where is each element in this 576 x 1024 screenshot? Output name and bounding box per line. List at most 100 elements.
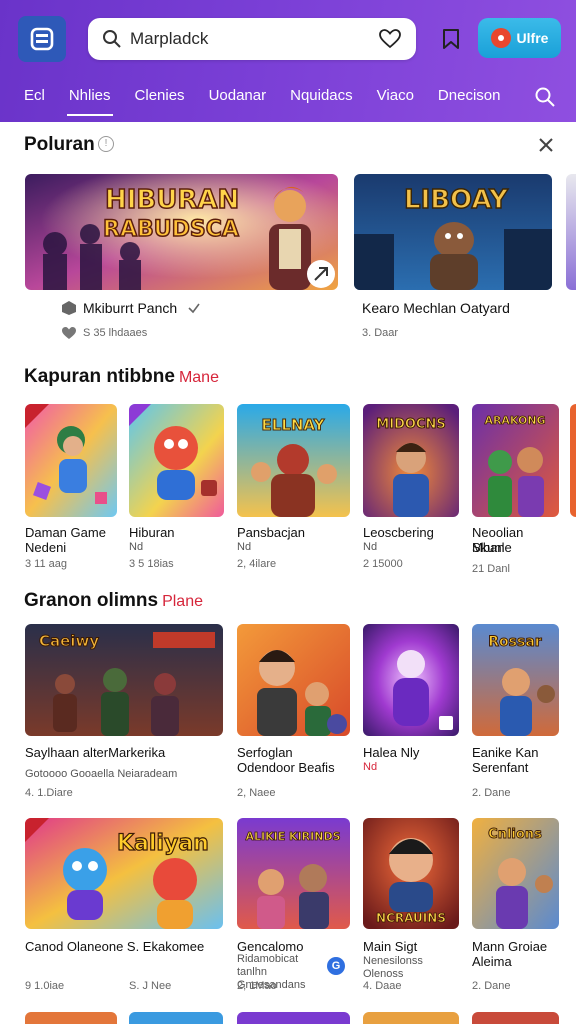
card-title: Mkiburrt Panch (83, 300, 178, 316)
thumb-overlay: ELLNAY (262, 416, 326, 434)
game-card[interactable]: Kaliyan Canod Olaneone S. Ekakomee 9 1.0… (25, 818, 223, 998)
peek-card[interactable] (363, 1012, 459, 1024)
card-meta: 2. Dane (472, 980, 511, 992)
game-card[interactable]: Cnlions Mann Groiae Aleima 2. Dane (472, 818, 559, 998)
card-subtitle: Nenesilonss Olenoss (363, 955, 423, 980)
bookmark-icon (443, 29, 459, 49)
card-title: Serfoglan (237, 745, 293, 760)
game-card[interactable]: ALIKIE KIRINDS Gencalomo Ridamobicat tan… (237, 818, 350, 998)
tab-clenies[interactable]: Clenies (123, 76, 197, 118)
game-card[interactable]: Hiburan Nd 3 5 18ias (129, 404, 224, 574)
game-card[interactable]: Rossar Eanike Kan Serenfant 2. Dane (472, 624, 559, 804)
card-title: Pansbacjan (237, 525, 305, 540)
featured-overlay: LIBOAY (404, 185, 509, 215)
card-subtitle: Nd (237, 541, 252, 553)
featured-card[interactable]: LIBOAY Kearo Mechlan Oatyard 3. Daar (354, 174, 552, 349)
category-nav: Ecl Nhlies Clenies Uodanar Nquidacs Viac… (0, 76, 576, 118)
peek-card[interactable] (129, 1012, 223, 1024)
card-meta: 2, Naee (237, 787, 276, 799)
card-meta: S 35 lhdaaes (83, 327, 148, 339)
card-meta-secondary: S. J Nee (129, 980, 172, 992)
tab-viaco[interactable]: Viaco (365, 76, 426, 118)
game-card[interactable]: Caeiwy Saylhaan alterMarkerika Gotoooo G… (25, 624, 223, 804)
promo-button[interactable]: Ulfre (478, 18, 561, 58)
game-card[interactable]: Serfoglan Odendoor Beafis 2, Naee (237, 624, 350, 804)
section-title-text: Granon olimns (24, 590, 159, 611)
game-thumbnail (25, 404, 117, 517)
card-title: Canod Olaneone S. Ekakomee (25, 939, 205, 954)
tab-ecl[interactable]: Ecl (0, 76, 57, 118)
game-card[interactable]: ARAKONG Neoolian Mban Skunle 21 Danl (472, 404, 559, 579)
card-title: Daman Game (25, 525, 106, 540)
card-title: Kearo Mechlan Oatyard (362, 300, 510, 316)
bookmark-button[interactable] (434, 22, 468, 56)
heart-small-icon (62, 327, 76, 339)
game-card[interactable]: Daman Game Nedeni 3 11 aag (25, 404, 117, 574)
nav-search-icon[interactable] (534, 86, 556, 108)
featured-thumbnail: HIBURAN RABUDSCA (25, 174, 338, 290)
card-meta: 2, 4ilare (237, 558, 277, 570)
featured-card[interactable]: HIBURAN RABUDSCA Mkiburrt Panch S 35 lhd… (25, 174, 338, 349)
card-meta: 21 Danl (472, 563, 510, 575)
section-title-featured: Poluran (24, 134, 95, 156)
close-icon[interactable] (536, 135, 556, 155)
tab-nquidacs[interactable]: Nquidacs (278, 76, 365, 118)
peek-card[interactable] (472, 1012, 559, 1024)
card-subtitle: Nd (363, 541, 378, 553)
verified-icon (188, 303, 200, 314)
game-thumbnail: Cnlions (472, 818, 559, 929)
game-thumbnail (129, 404, 224, 517)
card-meta: 3. Daar (362, 327, 399, 339)
row-peek-card[interactable] (570, 404, 576, 517)
search-icon (103, 30, 121, 48)
promo-label: Ulfre (516, 30, 549, 46)
thumb-overlay: ALIKIE KIRINDS (245, 830, 340, 843)
featured-card-peek[interactable] (566, 174, 576, 290)
search-input[interactable]: Marpladck (88, 18, 416, 60)
app-header: Marpladck Ulfre Ecl Nhlies Clenies Uodan… (0, 0, 576, 122)
card-meta: 2 15000 (363, 558, 403, 570)
info-icon[interactable]: ! (98, 136, 114, 152)
card-subtitle: Nd (363, 761, 378, 773)
game-thumbnail (237, 624, 350, 736)
game-card[interactable]: Halea Nly Nd (363, 624, 459, 804)
game-thumbnail: Rossar (472, 624, 559, 736)
game-card[interactable]: NCRAUINS Main Sigt Nenesilonss Olenoss 4… (363, 818, 459, 998)
store-logo-icon (30, 27, 54, 51)
card-meta: 4. Daae (363, 980, 402, 992)
featured-overlay-line2: RABUDSCA (103, 217, 239, 242)
thumb-overlay: MIDOCNS (376, 417, 445, 432)
card-meta: 3 5 18ias (129, 558, 174, 570)
thumb-overlay: ARAKONG (484, 414, 545, 427)
promo-badge-icon (490, 28, 511, 48)
game-card[interactable]: MIDOCNS Leoscbering Nd 2 15000 (363, 404, 459, 574)
tab-dnecison[interactable]: Dnecison (426, 76, 513, 118)
card-title: Gencalomo (237, 939, 304, 954)
card-title: Main Sigt (363, 939, 418, 954)
section-title-granon: Granon olimns Plane (24, 590, 203, 612)
app-logo[interactable] (18, 16, 66, 62)
heart-icon[interactable] (378, 27, 402, 51)
tab-uodanar[interactable]: Uodanar (197, 76, 279, 118)
game-thumbnail (363, 624, 459, 736)
thumb-overlay: Kaliyan (117, 831, 209, 856)
thumb-overlay: Caeiwy (39, 632, 99, 650)
peek-card[interactable] (25, 1012, 117, 1024)
game-thumbnail: ARAKONG (472, 404, 559, 517)
game-thumbnail: ALIKIE KIRINDS (237, 818, 350, 929)
card-meta: 2. Dane (472, 787, 511, 799)
header-top-bar: Marpladck Ulfre (0, 0, 576, 76)
app-icon (62, 301, 76, 315)
section-title-text: Kapuran ntibbne (24, 366, 175, 387)
card-title: Leoscbering (363, 525, 434, 540)
game-card[interactable]: ELLNAY Pansbacjan Nd 2, 4ilare (237, 404, 350, 574)
section-tag[interactable]: Plane (162, 593, 203, 610)
card-meta: 9 1.0iae (25, 980, 65, 992)
peek-card[interactable] (237, 1012, 350, 1024)
card-subtitle: Serenfant (472, 760, 529, 775)
thumb-overlay: Cnlions (488, 827, 542, 842)
section-tag[interactable]: Mane (179, 369, 219, 386)
tab-nhlies[interactable]: Nhlies (57, 76, 123, 118)
section-title-text: Poluran (24, 134, 95, 155)
card-meta: 2, 1Mao (237, 980, 277, 992)
